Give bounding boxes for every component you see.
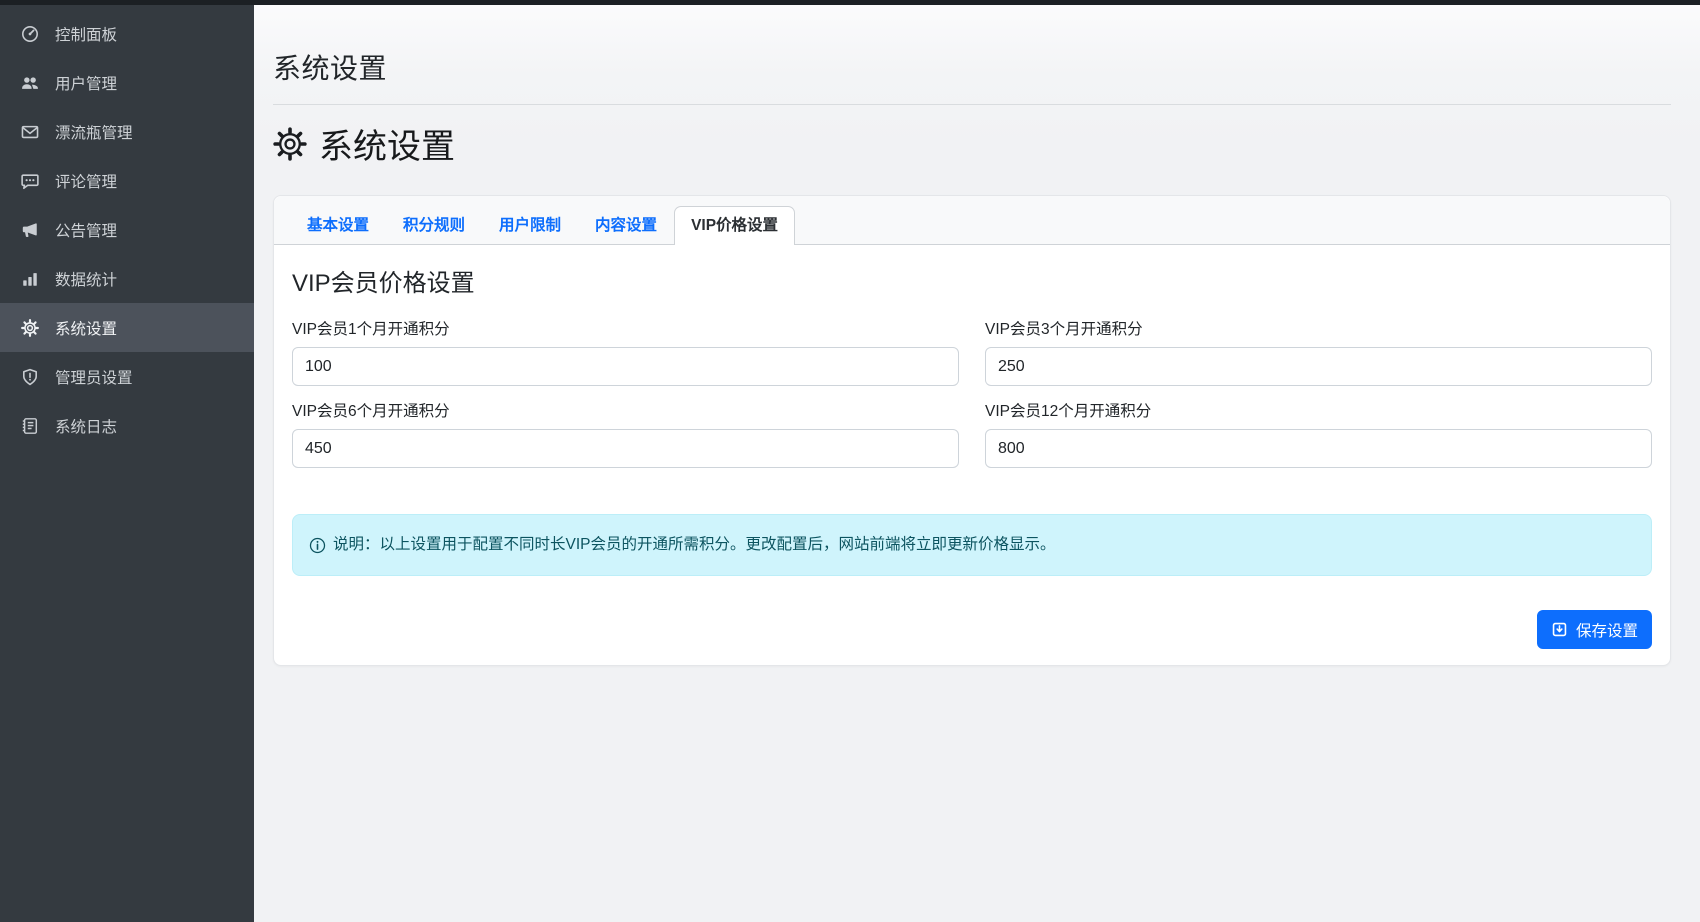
sidebar-item-bottles[interactable]: 漂流瓶管理 — [0, 107, 254, 156]
vip-12month-input[interactable] — [985, 429, 1652, 468]
settings-tabs: 基本设置 积分规则 用户限制 内容设置 VIP价格设置 — [290, 206, 1654, 244]
tab-points-rules[interactable]: 积分规则 — [386, 206, 482, 245]
sidebar-item-label: 数据统计 — [55, 268, 117, 290]
tab-vip-pricing[interactable]: VIP价格设置 — [674, 206, 795, 245]
card-header: 基本设置 积分规则 用户限制 内容设置 VIP价格设置 — [274, 196, 1670, 245]
card-body: VIP会员价格设置 VIP会员1个月开通积分 VIP会员3个月开通积分 VIP会… — [274, 245, 1670, 665]
gear-icon — [21, 319, 39, 337]
save-button-label: 保存设置 — [1576, 619, 1638, 641]
section-heading: 系统设置 — [273, 119, 1671, 168]
shield-icon — [21, 368, 39, 386]
info-circle-icon — [309, 537, 326, 554]
megaphone-icon — [21, 221, 39, 239]
users-icon — [21, 74, 39, 92]
sidebar-item-label: 用户管理 — [55, 72, 117, 94]
save-icon — [1551, 621, 1568, 638]
sidebar-item-settings[interactable]: 系统设置 — [0, 303, 254, 352]
info-alert-text: 说明：以上设置用于配置不同时长VIP会员的开通所需积分。更改配置后，网站前端将立… — [333, 534, 1056, 556]
tab-user-limits[interactable]: 用户限制 — [482, 206, 578, 245]
section-heading-label: 系统设置 — [319, 119, 455, 168]
sidebar-item-statistics[interactable]: 数据统计 — [0, 254, 254, 303]
vip-12month-label: VIP会员12个月开通积分 — [985, 402, 1652, 422]
sidebar-item-label: 漂流瓶管理 — [55, 121, 133, 143]
sidebar-item-label: 控制面板 — [55, 23, 117, 45]
sidebar-item-users[interactable]: 用户管理 — [0, 58, 254, 107]
app-layout: 控制面板 用户管理 漂流瓶管理 评论管理 公告管理 — [0, 5, 1700, 922]
save-row: 保存设置 — [292, 610, 1652, 649]
sidebar-item-label: 系统日志 — [55, 415, 117, 437]
sidebar: 控制面板 用户管理 漂流瓶管理 评论管理 公告管理 — [0, 5, 254, 922]
journal-icon — [21, 417, 39, 435]
sidebar-item-label: 系统设置 — [55, 317, 117, 339]
vip-6month-field: VIP会员6个月开通积分 — [292, 402, 959, 468]
vip-pricing-form: VIP会员1个月开通积分 VIP会员3个月开通积分 VIP会员6个月开通积分 V… — [292, 320, 1652, 484]
info-alert: 说明：以上设置用于配置不同时长VIP会员的开通所需积分。更改配置后，网站前端将立… — [292, 514, 1652, 576]
vip-3month-input[interactable] — [985, 347, 1652, 386]
vip-12month-field: VIP会员12个月开通积分 — [985, 402, 1652, 468]
vip-6month-label: VIP会员6个月开通积分 — [292, 402, 959, 422]
header-divider — [273, 104, 1671, 105]
main-content: 系统设置 系统设置 基本设置 积分规则 用户限制 内容设置 VIP价格设置 VI… — [254, 5, 1700, 922]
speedometer-icon — [21, 25, 39, 43]
save-settings-button[interactable]: 保存设置 — [1537, 610, 1652, 649]
bar-chart-icon — [21, 270, 39, 288]
vip-1month-input[interactable] — [292, 347, 959, 386]
sidebar-item-announcements[interactable]: 公告管理 — [0, 205, 254, 254]
sidebar-item-label: 公告管理 — [55, 219, 117, 241]
comment-icon — [21, 172, 39, 190]
sidebar-item-label: 评论管理 — [55, 170, 117, 192]
page-title: 系统设置 — [273, 47, 1671, 87]
sidebar-item-logs[interactable]: 系统日志 — [0, 401, 254, 450]
tab-content-settings[interactable]: 内容设置 — [578, 206, 674, 245]
vip-6month-input[interactable] — [292, 429, 959, 468]
vip-1month-field: VIP会员1个月开通积分 — [292, 320, 959, 386]
sidebar-item-label: 管理员设置 — [55, 366, 133, 388]
sidebar-item-comments[interactable]: 评论管理 — [0, 156, 254, 205]
sidebar-item-dashboard[interactable]: 控制面板 — [0, 9, 254, 58]
vip-3month-field: VIP会员3个月开通积分 — [985, 320, 1652, 386]
envelope-icon — [21, 123, 39, 141]
vip-pricing-title: VIP会员价格设置 — [292, 263, 1652, 298]
gear-icon — [273, 127, 307, 161]
settings-card: 基本设置 积分规则 用户限制 内容设置 VIP价格设置 VIP会员价格设置 VI… — [273, 195, 1671, 666]
tab-basic-settings[interactable]: 基本设置 — [290, 206, 386, 245]
vip-3month-label: VIP会员3个月开通积分 — [985, 320, 1652, 340]
vip-1month-label: VIP会员1个月开通积分 — [292, 320, 959, 340]
sidebar-item-admin[interactable]: 管理员设置 — [0, 352, 254, 401]
